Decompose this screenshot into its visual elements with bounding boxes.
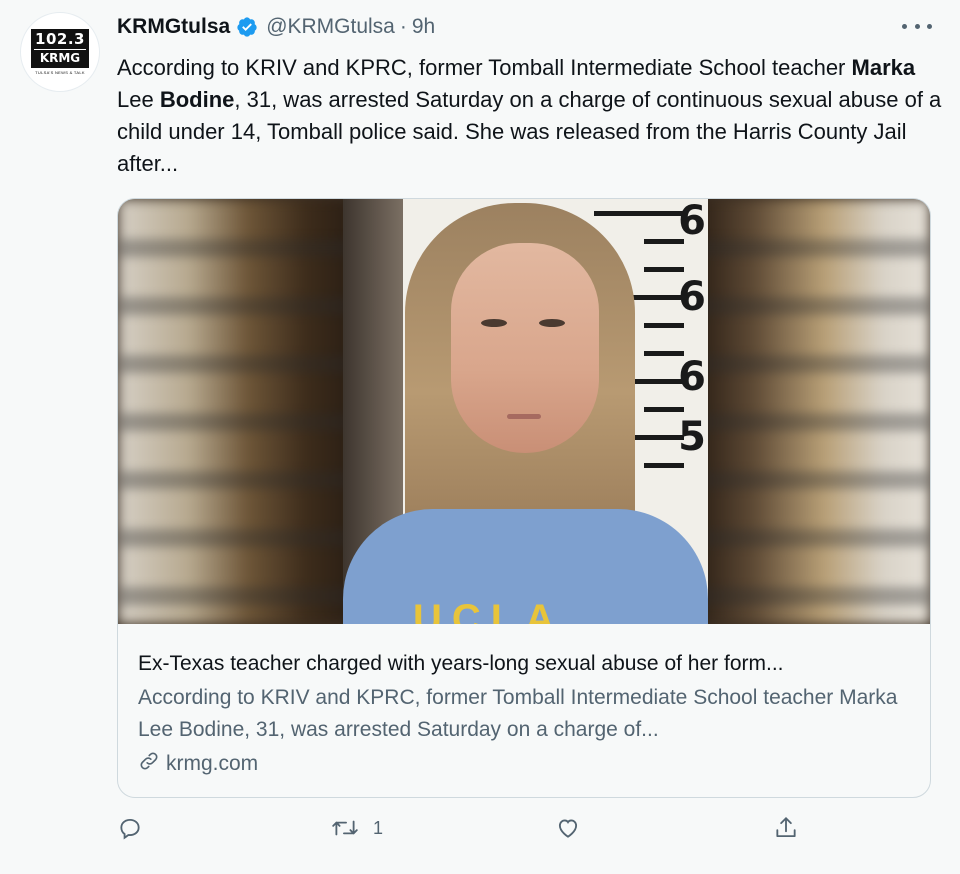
photo-eye-left [481,319,507,327]
card-title[interactable]: Ex-Texas teacher charged with years-long… [138,652,910,676]
photo-stripes-right [695,199,930,624]
logo-callsign: KRMG [34,49,86,64]
separator-dot: · [399,15,407,38]
tweet-bold-last-name: Bodine [159,87,235,112]
author-handle[interactable]: @KRMGtulsa [266,15,395,39]
ruler-number: 6 [678,199,706,244]
tweet-text: According to KRIV and KPRC, former Tomba… [117,52,947,180]
link-icon [138,750,166,778]
reply-button[interactable] [117,815,157,841]
ruler-number: 6 [678,274,706,320]
card-description: According to KRIV and KPRC, former Tomba… [138,686,898,741]
photo-mouth [507,414,541,419]
retweet-icon [331,815,359,841]
like-button[interactable] [555,815,595,841]
avatar[interactable]: 102.3 KRMG TULSA'S NEWS & TALK [20,12,100,92]
card-domain-text: krmg.com [166,752,259,775]
heart-icon [555,815,581,841]
share-button[interactable] [773,815,813,841]
ruler-number: 6 [678,354,706,400]
verified-badge-icon [236,16,258,38]
tweet[interactable]: 102.3 KRMG TULSA'S NEWS & TALK KRMGtulsa… [0,0,960,874]
tweet-text-rest: , 31, was arrested Saturday on a charge … [117,87,942,176]
mugshot-photo: 6 6 6 5 UCLA [343,199,708,624]
link-card[interactable]: 6 6 6 5 UCLA Ex-Texas teacher charged wi… [117,198,931,798]
shirt-lettering: UCLA [413,597,565,624]
photo-stripes-left [118,199,353,624]
tweet-actions: 1 [117,815,817,851]
share-icon [773,815,799,841]
retweet-count: 1 [373,817,384,838]
ruler-number: 5 [678,414,706,460]
logo-tagline: TULSA'S NEWS & TALK [35,70,85,75]
card-domain[interactable]: krmg.com [138,750,910,778]
reply-icon [117,815,143,841]
card-image[interactable]: 6 6 6 5 UCLA [118,199,930,624]
card-body[interactable]: Ex-Texas teacher charged with years-long… [118,652,930,778]
retweet-button[interactable]: 1 [331,815,383,841]
tweet-text-line1: According to KRIV and KPRC, former Tomba… [117,55,846,80]
more-icon[interactable] [902,14,932,38]
photo-face [451,243,599,453]
tweet-bold-first-name: Marka [851,55,916,80]
author-name[interactable]: KRMGtulsa [117,15,230,39]
tweet-middle-name: Lee [117,87,160,112]
logo-number: 102.3 [35,30,85,48]
tweet-header: KRMGtulsa @KRMGtulsa · 9h [117,12,435,42]
krmg-logo: 102.3 KRMG [31,29,89,68]
photo-eye-right [539,319,565,327]
tweet-timestamp[interactable]: 9h [412,15,435,39]
